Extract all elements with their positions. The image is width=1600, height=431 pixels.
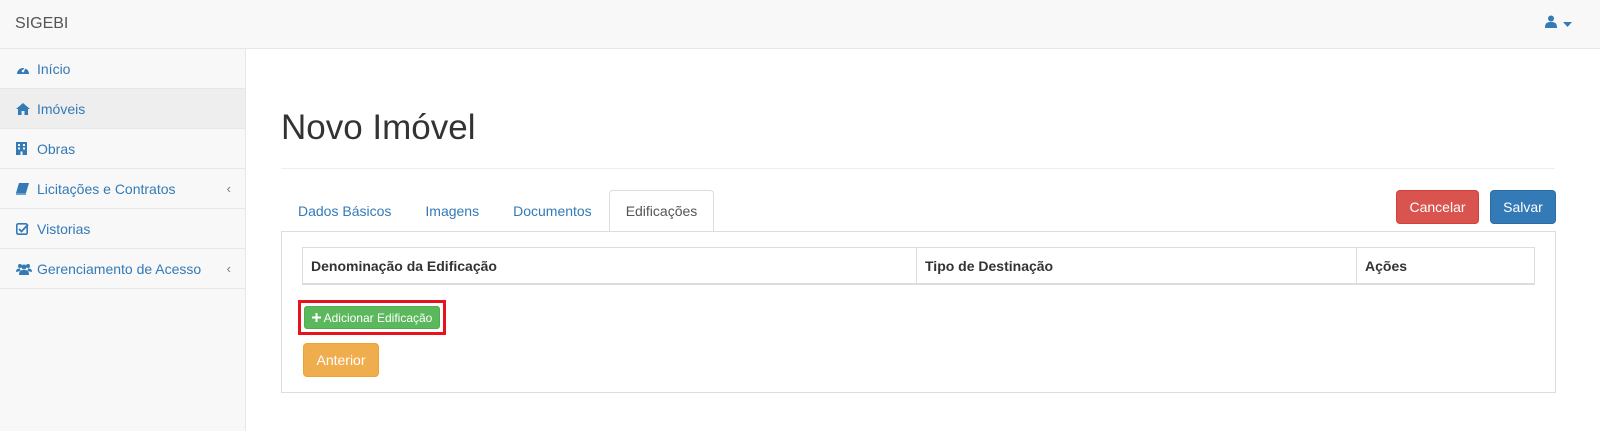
title-divider [281, 168, 1555, 169]
home-icon [16, 102, 32, 116]
sidebar-item-label: Obras [37, 140, 76, 157]
users-icon [16, 262, 32, 276]
chevron-left-icon: ‹ [226, 261, 231, 276]
add-edificacao-label: Adicionar Edificação [323, 310, 433, 325]
sidebar-item-inicio[interactable]: Início [0, 49, 245, 89]
tab-imagens[interactable]: Imagens [408, 190, 496, 231]
save-button[interactable]: Salvar [1490, 190, 1556, 224]
tab-bar: Dados Básicos Imagens Documentos Edifica… [281, 190, 715, 232]
previous-button[interactable]: Anterior [303, 343, 379, 377]
check-square-icon [16, 222, 32, 236]
column-header-tipo-destinacao: Tipo de Destinação [917, 248, 1357, 283]
user-menu-toggle[interactable] [1545, 15, 1572, 31]
edificacoes-table: Denominação da Edificação Tipo de Destin… [302, 247, 1535, 285]
tab-content-panel: Denominação da Edificação Tipo de Destin… [281, 231, 1556, 393]
sidebar-item-label: Início [37, 60, 71, 77]
sidebar-item-label: Vistorias [37, 220, 91, 237]
sidebar-item-obras[interactable]: Obras [0, 129, 245, 169]
app-brand[interactable]: SIGEBI [15, 15, 68, 33]
sidebar-item-licitacoes[interactable]: Licitações e Contratos ‹ [0, 169, 245, 209]
chevron-left-icon: ‹ [226, 181, 231, 196]
tab-edificacoes[interactable]: Edificações [608, 190, 715, 232]
page-title: Novo Imóvel [281, 108, 476, 147]
tab-documentos[interactable]: Documentos [496, 190, 609, 231]
column-header-acoes: Ações [1365, 257, 1408, 274]
column-header-denominacao: Denominação da Edificação [303, 248, 917, 283]
sidebar-item-gerenciamento-acesso[interactable]: Gerenciamento de Acesso ‹ [0, 249, 245, 289]
dashboard-icon [16, 62, 32, 76]
sidebar-item-label: Gerenciamento de Acesso [37, 260, 202, 277]
sidebar-item-label: Licitações e Contratos [37, 180, 176, 197]
user-icon [1545, 15, 1557, 31]
caret-down-icon [1563, 15, 1572, 31]
building-icon [16, 142, 32, 156]
plus-icon [311, 311, 321, 325]
top-navbar: SIGEBI [0, 0, 1600, 49]
tab-dados-basicos[interactable]: Dados Básicos [281, 190, 408, 231]
sidebar-item-imoveis[interactable]: Imóveis [0, 89, 245, 129]
sidebar-item-vistorias[interactable]: Vistorias [0, 209, 245, 249]
cancel-button[interactable]: Cancelar [1396, 190, 1479, 224]
book-icon [16, 182, 32, 196]
sidebar-item-label: Imóveis [37, 100, 86, 117]
add-edificacao-button[interactable]: Adicionar Edificação [304, 306, 440, 329]
sidebar: Início Imóveis Obras Licitações e Contra… [0, 49, 246, 431]
